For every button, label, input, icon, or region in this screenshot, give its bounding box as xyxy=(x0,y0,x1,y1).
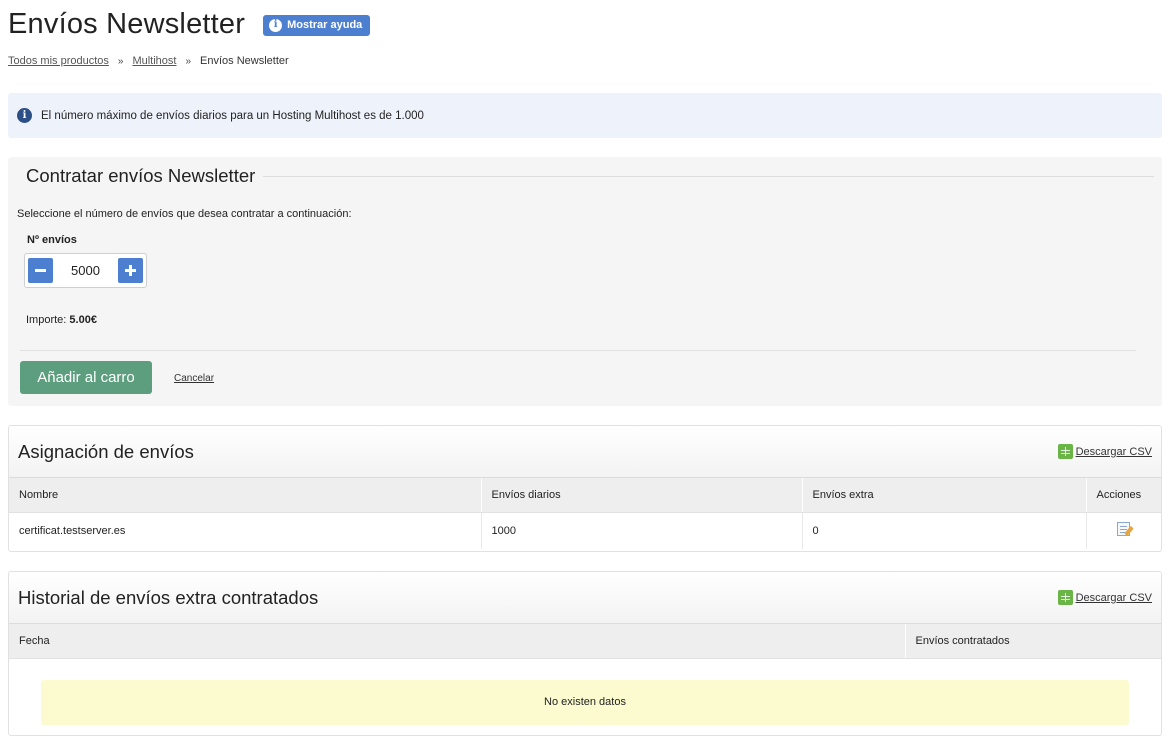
contract-description: Seleccione el número de envíos que desea… xyxy=(17,208,352,220)
column-header-daily[interactable]: Envíos diarios xyxy=(481,478,803,513)
show-help-label: Mostrar ayuda xyxy=(287,19,363,31)
decrease-quantity-button[interactable] xyxy=(28,258,53,283)
download-csv-label: Descargar CSV xyxy=(1075,591,1152,604)
plus-icon xyxy=(124,265,136,276)
show-help-button[interactable]: i Mostrar ayuda xyxy=(263,14,371,36)
empty-state: No existen datos xyxy=(41,679,1129,725)
cell-name: certificat.testserver.es xyxy=(9,512,482,549)
history-panel: Historial de envíos extra contratados De… xyxy=(8,571,1162,736)
assignment-table: Nombre Envíos diarios Envíos extra Accio… xyxy=(9,478,1161,549)
column-header-extra[interactable]: Envíos extra xyxy=(802,478,1087,513)
add-to-cart-button[interactable]: Añadir al carro xyxy=(20,361,152,394)
contract-title: Contratar envíos Newsletter xyxy=(26,165,256,186)
assignment-panel: Asignación de envíos Descargar CSV Nombr… xyxy=(8,425,1162,552)
quantity-label: Nº envíos xyxy=(27,234,77,246)
history-title: Historial de envíos extra contratados xyxy=(18,586,319,608)
breadcrumb-separator: » xyxy=(185,55,192,67)
cancel-link[interactable]: Cancelar xyxy=(174,373,214,384)
quantity-stepper: 5000 xyxy=(24,253,147,288)
history-download-csv-link[interactable]: Descargar CSV xyxy=(1057,590,1152,605)
column-header-date[interactable]: Fecha xyxy=(9,624,906,659)
spreadsheet-icon xyxy=(1057,590,1073,605)
page-header: Envíos Newsletter i Mostrar ayuda xyxy=(8,6,371,42)
breadcrumb-link-all-products[interactable]: Todos mis productos xyxy=(8,55,109,67)
info-icon: i xyxy=(17,108,32,123)
breadcrumb-separator: » xyxy=(117,55,124,67)
table-header-row: Nombre Envíos diarios Envíos extra Accio… xyxy=(9,478,1161,513)
spreadsheet-icon xyxy=(1057,444,1073,459)
info-icon: i xyxy=(269,18,283,32)
contract-legend: Contratar envíos Newsletter xyxy=(26,165,1154,187)
info-alert-text: El número máximo de envíos diarios para … xyxy=(41,109,424,122)
amount-value: 5.00€ xyxy=(69,314,97,326)
assignment-download-csv-link[interactable]: Descargar CSV xyxy=(1057,444,1152,459)
contract-panel: Contratar envíos Newsletter Seleccione e… xyxy=(8,157,1162,406)
breadcrumb-current: Envíos Newsletter xyxy=(200,55,289,67)
amount-label: Importe: xyxy=(26,314,67,326)
panel-divider xyxy=(20,350,1136,351)
table-header-row: Fecha Envíos contratados xyxy=(9,624,1161,659)
amount: Importe: 5.00€ xyxy=(26,314,97,326)
cell-extra: 0 xyxy=(802,512,1087,549)
breadcrumb: Todos mis productos » Multihost » Envíos… xyxy=(8,55,289,67)
breadcrumb-link-multihost[interactable]: Multihost xyxy=(132,55,176,67)
cell-actions xyxy=(1086,512,1161,549)
page-title: Envíos Newsletter xyxy=(8,8,246,40)
empty-row: No existen datos xyxy=(9,658,1161,732)
info-alert: i El número máximo de envíos diarios par… xyxy=(8,93,1162,138)
column-header-actions: Acciones xyxy=(1086,478,1161,513)
download-csv-label: Descargar CSV xyxy=(1075,445,1152,458)
increase-quantity-button[interactable] xyxy=(117,258,143,283)
history-header: Historial de envíos extra contratados De… xyxy=(9,572,1161,624)
empty-cell: No existen datos xyxy=(9,658,1161,732)
cell-daily: 1000 xyxy=(481,512,803,549)
minus-icon xyxy=(35,269,46,272)
edit-icon[interactable] xyxy=(1117,522,1131,537)
legend-divider xyxy=(263,175,1154,177)
column-header-contracted[interactable]: Envíos contratados xyxy=(905,624,1161,659)
column-header-name[interactable]: Nombre xyxy=(9,478,482,513)
assignment-title: Asignación de envíos xyxy=(18,440,194,462)
quantity-value[interactable]: 5000 xyxy=(71,263,100,278)
history-table: Fecha Envíos contratados No existen dato… xyxy=(9,624,1161,732)
table-row: certificat.testserver.es 1000 0 xyxy=(9,512,1161,549)
assignment-header: Asignación de envíos Descargar CSV xyxy=(9,426,1161,478)
